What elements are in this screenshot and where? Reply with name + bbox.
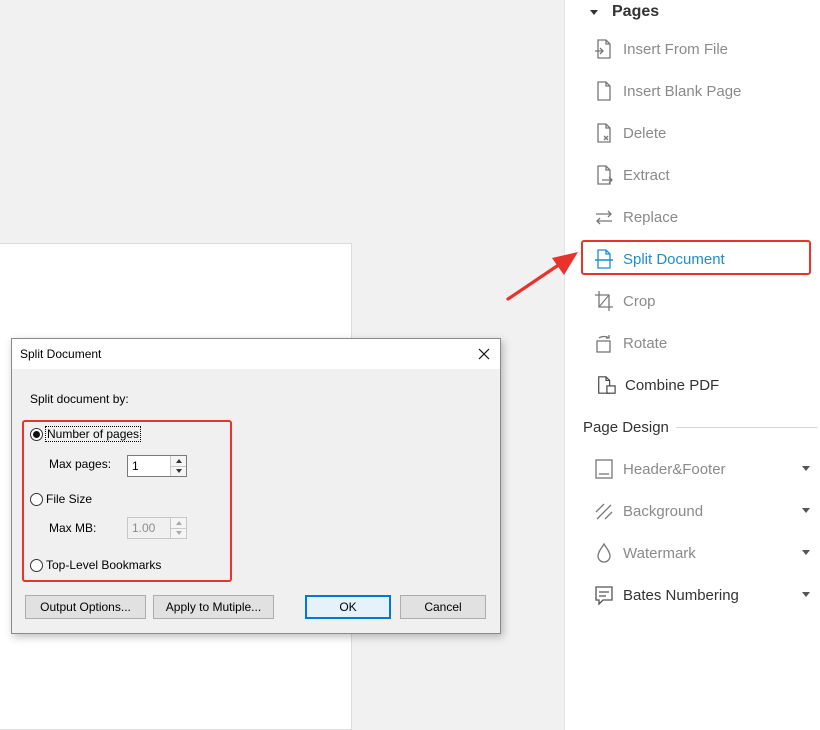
tool-bates-numbering[interactable]: Bates Numbering: [594, 582, 739, 608]
max-pages-label: Max pages:: [49, 457, 112, 471]
rotate-icon: [594, 332, 614, 354]
tool-crop[interactable]: Crop: [594, 288, 656, 314]
tool-label: Extract: [623, 166, 670, 184]
bates-numbering-icon: [594, 584, 614, 606]
pages-section-title: Pages: [612, 3, 660, 20]
tool-extract[interactable]: Extract: [594, 162, 670, 188]
tool-label: Replace: [623, 208, 679, 226]
decrement-button[interactable]: [171, 466, 186, 476]
arrow-down-icon: [175, 469, 182, 474]
radio-unselected-icon: [30, 492, 43, 506]
tool-label: Combine PDF: [625, 376, 720, 394]
radio-unselected-icon: [30, 558, 43, 572]
annotation-arrow-icon: [506, 252, 578, 301]
max-pages-input[interactable]: [128, 456, 170, 476]
panel-divider: [564, 0, 565, 730]
split-document-highlight: [581, 240, 811, 275]
insert-from-file-icon: [594, 38, 614, 60]
tool-label: Insert From File: [623, 40, 729, 58]
tool-insert-from-file[interactable]: Insert From File: [594, 36, 728, 62]
increment-button[interactable]: [171, 456, 186, 467]
pages-section-header[interactable]: Pages: [590, 2, 659, 22]
watermark-dropdown-icon[interactable]: [802, 550, 810, 555]
tool-replace[interactable]: Replace: [594, 204, 678, 230]
max-mb-stepper: [127, 517, 187, 539]
radio-label: Number of pages: [45, 426, 142, 442]
radio-label: Top-Level Bookmarks: [46, 558, 162, 572]
tool-rotate[interactable]: Rotate: [594, 330, 667, 356]
radio-top-level-bookmarks[interactable]: Top-Level Bookmarks: [30, 558, 162, 572]
radio-file-size[interactable]: File Size: [30, 492, 93, 506]
crop-icon: [594, 290, 614, 312]
tool-label: Bates Numbering: [623, 586, 739, 604]
tool-header-footer[interactable]: Header&Footer: [594, 456, 726, 482]
page-design-title: Page Design: [583, 418, 669, 436]
tool-label: Crop: [623, 292, 656, 310]
extract-page-icon: [594, 164, 614, 186]
tool-insert-blank-page[interactable]: Insert Blank Page: [594, 78, 741, 104]
header-footer-dropdown-icon[interactable]: [802, 466, 810, 471]
max-mb-label: Max MB:: [49, 521, 97, 535]
dialog-title-bar: Split Document: [12, 339, 500, 369]
increment-button: [171, 518, 186, 529]
tool-background[interactable]: Background: [594, 498, 703, 524]
close-icon[interactable]: [476, 346, 492, 362]
watermark-icon: [594, 542, 614, 564]
spin-buttons: [170, 518, 186, 538]
radio-number-of-pages[interactable]: Number of pages: [30, 426, 142, 442]
tool-watermark[interactable]: Watermark: [594, 540, 696, 566]
arrow-up-icon: [175, 520, 182, 525]
radio-label: File Size: [46, 492, 93, 506]
tool-label: Delete: [623, 124, 667, 142]
cancel-button[interactable]: Cancel: [400, 595, 486, 619]
tool-combine-pdf[interactable]: Combine PDF: [596, 372, 719, 398]
tool-delete[interactable]: Delete: [594, 120, 666, 146]
decrement-button: [171, 528, 186, 538]
ok-button[interactable]: OK: [305, 595, 391, 619]
tool-label: Watermark: [623, 544, 696, 562]
combine-pdf-icon: [596, 374, 616, 396]
max-pages-stepper[interactable]: [127, 455, 187, 477]
tool-label: Rotate: [623, 334, 668, 352]
tools-panel: [564, 0, 820, 730]
radio-selected-icon: [30, 427, 43, 441]
collapse-caret-icon: [590, 10, 598, 15]
apply-to-multiple-button[interactable]: Apply to Mutiple...: [153, 595, 274, 619]
bates-numbering-dropdown-icon[interactable]: [802, 592, 810, 597]
split-by-label: Split document by:: [30, 392, 129, 406]
delete-page-icon: [594, 122, 614, 144]
spin-buttons: [170, 456, 186, 476]
page-design-header: Page Design: [583, 417, 669, 437]
background-dropdown-icon[interactable]: [802, 508, 810, 513]
output-options-button[interactable]: Output Options...: [25, 595, 146, 619]
tool-label: Background: [623, 502, 704, 520]
arrow-down-icon: [175, 531, 182, 536]
max-mb-input: [128, 518, 170, 538]
blank-page-icon: [594, 80, 614, 102]
header-footer-icon: [594, 458, 614, 480]
page-design-divider: [676, 427, 818, 428]
background-icon: [594, 500, 614, 522]
tool-label: Header&Footer: [623, 460, 726, 478]
dialog-title: Split Document: [20, 347, 102, 361]
tool-label: Insert Blank Page: [623, 82, 742, 100]
arrow-up-icon: [175, 458, 182, 463]
replace-icon: [594, 206, 614, 228]
